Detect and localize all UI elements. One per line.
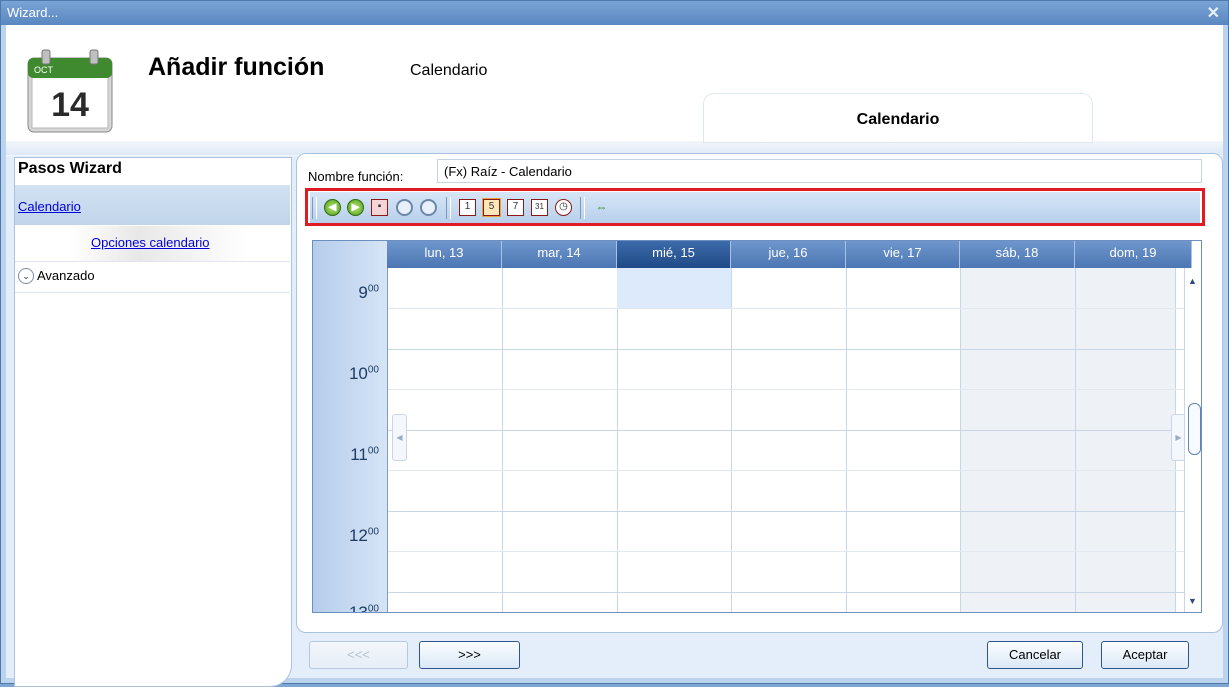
cancel-button[interactable]: Cancelar xyxy=(987,641,1083,669)
hour-line xyxy=(388,511,1192,512)
sidebar-title: Pasos Wizard xyxy=(18,160,122,177)
day-header[interactable]: dom, 19 xyxy=(1075,241,1192,268)
calendar-view: 900 1000 1100 1200 1300 lun, 13 mar, 14 … xyxy=(312,240,1202,613)
title-bar: Wizard... ✕ xyxy=(1,1,1228,25)
tab-label: Calendario xyxy=(856,111,940,128)
time-column: 900 1000 1100 1200 1300 xyxy=(313,241,388,612)
sidebar-item-label: Avanzado xyxy=(37,268,95,283)
wizard-client: OCT 14 Añadir función Calendario Calenda… xyxy=(6,25,1223,687)
scroll-down-icon[interactable]: ▼ xyxy=(1188,596,1197,606)
half-hour-line xyxy=(388,389,1192,390)
day-header-bar: lun, 13 mar, 14 mié, 15 jue, 16 vie, 17 … xyxy=(387,241,1192,268)
time-grid[interactable] xyxy=(388,268,1192,612)
half-hour-line xyxy=(388,470,1192,471)
window-title: Wizard... xyxy=(7,5,59,20)
hour-line xyxy=(388,592,1192,593)
sidebar-item-avanzado[interactable]: ⌄ Avanzado xyxy=(15,262,290,293)
hour-label: 1000 xyxy=(348,364,379,383)
day-header[interactable]: vie, 17 xyxy=(846,241,960,268)
main-panel: Nombre función: (Fx) Raíz - Calendario ◀… xyxy=(296,153,1223,633)
hour-line xyxy=(388,430,1192,431)
half-hour-line xyxy=(388,308,1192,309)
sidebar-item-label[interactable]: Opciones calendario xyxy=(91,235,210,250)
sidebar-item-opciones-calendario[interactable]: Opciones calendario xyxy=(15,226,290,262)
sidebar-item-calendario[interactable]: Calendario xyxy=(15,185,290,225)
tab-calendario[interactable]: Calendario xyxy=(704,94,1092,142)
calendar-icon: OCT 14 xyxy=(27,49,113,133)
calendar-icon-month: OCT xyxy=(34,65,54,75)
day-column[interactable] xyxy=(961,268,1076,612)
scroll-up-icon[interactable]: ▲ xyxy=(1188,276,1197,286)
close-icon[interactable]: ✕ xyxy=(1207,3,1220,23)
accept-button[interactable]: Aceptar xyxy=(1101,641,1189,669)
hour-label: 1200 xyxy=(348,526,379,545)
day-column[interactable] xyxy=(847,268,961,612)
sidebar-item-label[interactable]: Calendario xyxy=(18,199,81,214)
day-column[interactable] xyxy=(1076,268,1176,612)
function-name-field[interactable]: (Fx) Raíz - Calendario xyxy=(437,159,1202,183)
day-column[interactable] xyxy=(503,268,618,612)
wizard-window: Wizard... ✕ OCT 14 Añadir función Calend… xyxy=(0,0,1229,687)
chevron-down-icon[interactable]: ⌄ xyxy=(18,268,34,284)
hour-line xyxy=(388,349,1192,350)
toolbar-highlight xyxy=(305,188,1205,226)
day-header[interactable]: mar, 14 xyxy=(502,241,617,268)
day-column[interactable] xyxy=(618,268,732,612)
next-button[interactable]: >>> xyxy=(419,641,520,669)
vertical-scrollbar[interactable]: ▲ ▼ xyxy=(1184,268,1201,612)
half-hour-line xyxy=(388,551,1192,552)
hour-label: 1300 xyxy=(348,603,379,613)
day-header-today[interactable]: mié, 15 xyxy=(617,241,731,268)
day-column[interactable] xyxy=(732,268,847,612)
hour-label: 1100 xyxy=(350,445,379,464)
day-header[interactable]: sáb, 18 xyxy=(960,241,1075,268)
back-button[interactable]: <<< xyxy=(309,641,408,669)
function-name-label: Nombre función: xyxy=(308,169,404,184)
hour-label: 900 xyxy=(358,283,379,302)
scrollbar-thumb[interactable] xyxy=(1188,403,1201,455)
calendar-icon-day: 14 xyxy=(51,86,89,124)
page-title: Añadir función xyxy=(148,53,325,81)
day-header[interactable]: jue, 16 xyxy=(731,241,846,268)
selected-time-slot[interactable] xyxy=(617,268,731,308)
previous-appointment-button[interactable]: ◀ xyxy=(392,414,407,461)
day-header[interactable]: lun, 13 xyxy=(387,241,502,268)
page-subtitle: Calendario xyxy=(410,62,488,79)
wizard-steps-sidebar: Pasos Wizard Calendario Opciones calenda… xyxy=(14,157,292,687)
